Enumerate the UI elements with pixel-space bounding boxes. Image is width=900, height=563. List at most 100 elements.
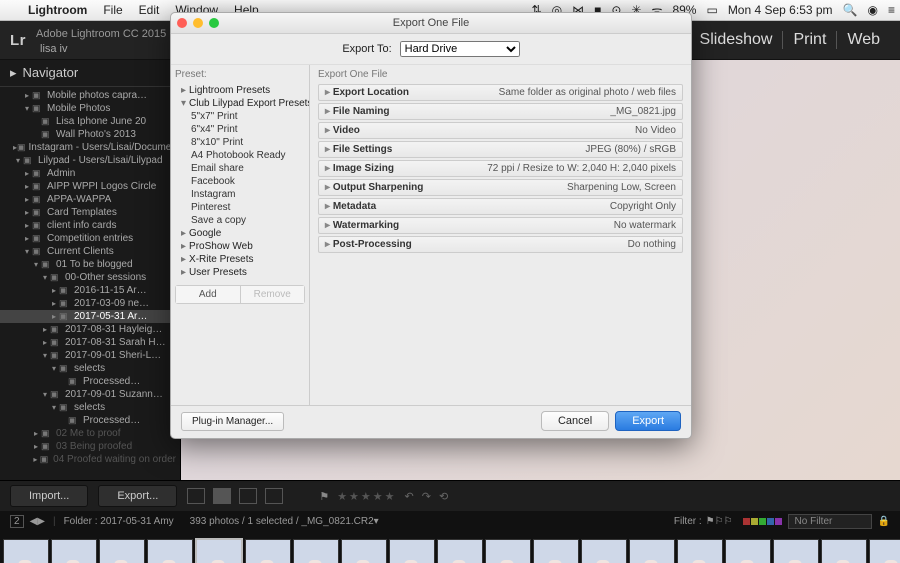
filter-lock-icon[interactable]: 🔒 <box>878 516 890 527</box>
thumbnail[interactable] <box>245 539 291 563</box>
navigator-panel-header[interactable]: Navigator <box>0 60 180 87</box>
thumbnail[interactable] <box>533 539 579 563</box>
thumbnail[interactable] <box>581 539 627 563</box>
export-to-dropdown[interactable]: Hard Drive <box>400 41 520 57</box>
thumbnail[interactable] <box>773 539 819 563</box>
preset-group[interactable]: Google <box>175 227 305 240</box>
folder-row[interactable]: ▸▣2016-11-15 Ar… <box>0 284 180 297</box>
export-button[interactable]: Export... <box>98 485 177 507</box>
folder-row[interactable]: ▸▣2017-08-31 Sarah H… <box>0 336 180 349</box>
export-section-export-location[interactable]: Export LocationSame folder as original p… <box>318 84 683 101</box>
flag-filter-icon[interactable]: ⚑⚐⚐ <box>706 516 733 527</box>
nav-fwd-icon[interactable]: ▶ <box>37 516 45 527</box>
folder-row[interactable]: ▸▣2017-05-31 Ar… <box>0 310 180 323</box>
folder-row[interactable]: ▣Lisa Iphone June 20 <box>0 115 180 128</box>
filmstrip[interactable] <box>0 531 900 563</box>
grid-view-icon[interactable] <box>187 488 205 504</box>
flag-icon[interactable]: ⚑ <box>319 490 329 503</box>
user-icon[interactable]: ◉ <box>863 3 883 17</box>
folder-row[interactable]: ▸▣03 Being proofed <box>0 440 180 453</box>
preset-group[interactable]: Lightroom Presets <box>175 84 305 97</box>
spotlight-icon[interactable]: 🔍 <box>838 3 863 17</box>
folder-row[interactable]: ▸▣Card Templates <box>0 206 180 219</box>
folder-row[interactable]: ▾▣01 To be blogged <box>0 258 180 271</box>
folder-row[interactable]: ▸▣Competition entries <box>0 232 180 245</box>
preset-item[interactable]: 8"x10" Print <box>175 136 305 149</box>
folder-row[interactable]: ▣Processed… <box>0 375 180 388</box>
export-section-watermarking[interactable]: WatermarkingNo watermark <box>318 217 683 234</box>
thumbnail[interactable] <box>99 539 145 563</box>
preset-group[interactable]: User Presets <box>175 266 305 279</box>
sync-icon[interactable]: ⟲ <box>439 490 448 503</box>
folder-row[interactable]: ▸▣Mobile photos capra… <box>0 89 180 102</box>
folder-row[interactable]: ▸▣Admin <box>0 167 180 180</box>
export-confirm-button[interactable]: Export <box>615 411 681 431</box>
preset-item[interactable]: Email share <box>175 162 305 175</box>
thumbnail[interactable] <box>293 539 339 563</box>
export-section-video[interactable]: VideoNo Video <box>318 122 683 139</box>
cancel-button[interactable]: Cancel <box>541 411 609 431</box>
menu-file[interactable]: File <box>95 3 130 17</box>
export-section-post-processing[interactable]: Post-ProcessingDo nothing <box>318 236 683 253</box>
star-rating[interactable]: ★★★★★ <box>337 490 396 503</box>
folder-row[interactable]: ▣Processed… <box>0 414 180 427</box>
folder-row[interactable]: ▸▣Instagram - Users/Lisai/Documen… <box>0 141 180 154</box>
preset-item[interactable]: Save a copy <box>175 214 305 227</box>
folder-row[interactable]: ▸▣APPA-WAPPA <box>0 193 180 206</box>
thumbnail[interactable] <box>341 539 387 563</box>
folder-row[interactable]: ▾▣Mobile Photos <box>0 102 180 115</box>
module-web[interactable]: Web <box>837 31 890 49</box>
folder-row[interactable]: ▾▣Lilypad - Users/Lisai/Lilypad <box>0 154 180 167</box>
preset-item[interactable]: 6"x4" Print <box>175 123 305 136</box>
notifications-icon[interactable]: ≡ <box>883 3 900 17</box>
folder-row[interactable]: ▾▣2017-09-01 Sheri-L… <box>0 349 180 362</box>
thumbnail[interactable] <box>821 539 867 563</box>
module-print[interactable]: Print <box>783 31 837 49</box>
thumbnail[interactable] <box>147 539 193 563</box>
color-filter[interactable] <box>743 518 782 525</box>
folder-row[interactable]: ▾▣selects <box>0 362 180 375</box>
folder-row[interactable]: ▣Wall Photo's 2013 <box>0 128 180 141</box>
loupe-view-icon[interactable] <box>213 488 231 504</box>
preset-item[interactable]: 5"x7" Print <box>175 110 305 123</box>
preset-item[interactable]: Instagram <box>175 188 305 201</box>
menu-edit[interactable]: Edit <box>131 3 168 17</box>
folder-row[interactable]: ▸▣AIPP WPPI Logos Circle <box>0 180 180 193</box>
import-button[interactable]: Import... <box>10 485 88 507</box>
preset-add-button[interactable]: Add <box>176 286 241 303</box>
folder-row[interactable]: ▾▣00-Other sessions <box>0 271 180 284</box>
rotate-left-icon[interactable]: ↶ <box>405 490 414 503</box>
folder-row[interactable]: ▾▣2017-09-01 Suzann… <box>0 388 180 401</box>
folder-row[interactable]: ▸▣04 Proofed waiting on order <box>0 453 180 466</box>
thumbnail[interactable] <box>629 539 675 563</box>
filter-preset-dropdown[interactable]: No Filter <box>788 514 872 529</box>
folder-row[interactable]: ▸▣02 Me to proof <box>0 427 180 440</box>
battery-icon[interactable]: ▭ <box>701 3 722 17</box>
preset-item[interactable]: Facebook <box>175 175 305 188</box>
export-section-file-settings[interactable]: File SettingsJPEG (80%) / sRGB <box>318 141 683 158</box>
preset-group[interactable]: ProShow Web <box>175 240 305 253</box>
thumbnail[interactable] <box>389 539 435 563</box>
preset-item[interactable]: A4 Photobook Ready <box>175 149 305 162</box>
folder-row[interactable]: ▾▣selects <box>0 401 180 414</box>
preset-group[interactable]: Club Lilypad Export Presets <box>175 97 305 110</box>
thumbnail[interactable] <box>725 539 771 563</box>
thumbnail[interactable] <box>3 539 49 563</box>
folder-row[interactable]: ▸▣client info cards <box>0 219 180 232</box>
survey-view-icon[interactable] <box>265 488 283 504</box>
thumbnail[interactable] <box>195 538 243 563</box>
export-section-image-sizing[interactable]: Image Sizing72 ppi / Resize to W: 2,040 … <box>318 160 683 177</box>
folder-row[interactable]: ▸▣2017-03-09 ne… <box>0 297 180 310</box>
preset-item[interactable]: Pinterest <box>175 201 305 214</box>
folder-row[interactable]: ▸▣2017-08-31 Hayleig… <box>0 323 180 336</box>
thumbnail[interactable] <box>437 539 483 563</box>
export-section-metadata[interactable]: MetadataCopyright Only <box>318 198 683 215</box>
thumbnail[interactable] <box>51 539 97 563</box>
export-section-output-sharpening[interactable]: Output SharpeningSharpening Low, Screen <box>318 179 683 196</box>
folder-name[interactable]: 2017-05-31 Amy <box>100 516 173 527</box>
preset-group[interactable]: X-Rite Presets <box>175 253 305 266</box>
compare-view-icon[interactable] <box>239 488 257 504</box>
rotate-right-icon[interactable]: ↷ <box>422 490 431 503</box>
app-menu[interactable]: Lightroom <box>20 3 95 17</box>
dialog-titlebar[interactable]: Export One File <box>171 13 691 34</box>
